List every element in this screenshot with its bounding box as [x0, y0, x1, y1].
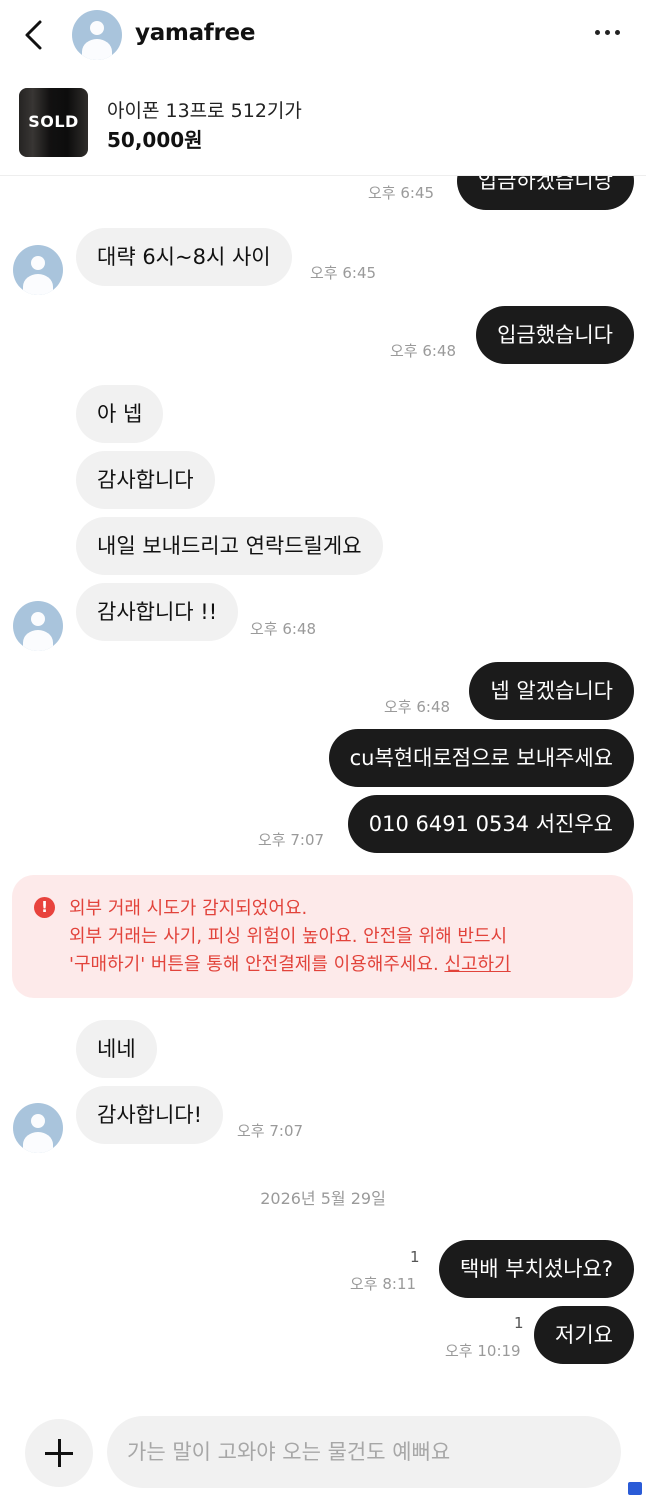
outgoing-message[interactable]: 010 6491 0534 서진우요 [347, 795, 634, 853]
incoming-message[interactable]: 감사합니다! [76, 1086, 224, 1144]
outgoing-message[interactable]: cu복현대로점으로 보내주세요 [328, 729, 634, 787]
chat-header: yamafree [0, 0, 646, 72]
outgoing-message[interactable]: 택배 부치셨나요? [438, 1240, 634, 1298]
more-options-icon[interactable] [595, 30, 620, 35]
message-time: 오후 6:48 [384, 698, 451, 716]
incoming-message[interactable]: 감사합니다 [76, 451, 215, 509]
overlay-app-icon[interactable] [628, 1482, 642, 1495]
warning-line: '구매하기' 버튼을 통해 안전결제를 이용해주세요. 신고하기 [69, 954, 511, 975]
unread-count: 1 [410, 1248, 420, 1266]
incoming-message[interactable]: 감사합니다 !! [76, 583, 239, 641]
warning-icon: ! [34, 897, 55, 918]
unread-count: 1 [514, 1314, 524, 1332]
warning-line: 외부 거래는 사기, 피싱 위험이 높아요. 안전을 위해 반드시 [69, 926, 508, 947]
product-summary[interactable]: SOLD 아이폰 13프로 512기가 50,000원 [0, 76, 646, 176]
warning-text: 외부 거래 시도가 감지되었어요. 외부 거래는 사기, 피싱 위험이 높아요.… [69, 895, 619, 979]
outgoing-message[interactable]: 입금했습니다 [476, 306, 634, 364]
back-arrow-icon[interactable] [18, 18, 52, 52]
outgoing-message[interactable]: 저기요 [534, 1306, 634, 1364]
product-title: 아이폰 13프로 512기가 [107, 100, 302, 122]
product-price: 50,000원 [107, 128, 203, 152]
incoming-message[interactable]: 아 넵 [76, 385, 164, 443]
avatar[interactable] [13, 601, 63, 651]
message-time: 오후 7:07 [237, 1122, 304, 1140]
product-thumbnail: SOLD [19, 88, 88, 157]
avatar[interactable] [13, 1103, 63, 1153]
message-time: 오후 8:11 [350, 1275, 417, 1293]
message-time: 오후 10:19 [445, 1342, 521, 1360]
incoming-message[interactable]: 내일 보내드리고 연락드릴게요 [76, 517, 383, 575]
date-divider: 2026년 5월 29일 [260, 1189, 386, 1208]
avatar[interactable] [72, 10, 122, 60]
message-time: 오후 6:45 [368, 184, 435, 202]
sold-badge: SOLD [28, 112, 79, 131]
message-time: 오후 6:48 [390, 342, 457, 360]
warning-title: 외부 거래 시도가 감지되었어요. [69, 898, 308, 919]
message-time: 오후 7:07 [258, 831, 325, 849]
outgoing-message[interactable]: 넵 알겠습니다 [469, 662, 634, 720]
avatar[interactable] [13, 245, 63, 295]
outgoing-message[interactable]: 입금하겠습니당 [456, 176, 634, 210]
report-link[interactable]: 신고하기 [444, 954, 510, 975]
incoming-message[interactable]: 대략 6시~8시 사이 [76, 228, 292, 286]
message-time: 오후 6:45 [310, 264, 377, 282]
attach-plus-button[interactable] [25, 1419, 93, 1487]
username[interactable]: yamafree [135, 20, 255, 46]
external-trade-warning: ! 외부 거래 시도가 감지되었어요. 외부 거래는 사기, 피싱 위험이 높아… [12, 875, 633, 998]
incoming-message[interactable]: 네네 [76, 1020, 157, 1078]
message-time: 오후 6:48 [250, 620, 317, 638]
message-input[interactable] [107, 1416, 621, 1488]
message-list[interactable]: 오후 6:45 입금하겠습니당 대략 6시~8시 사이 오후 6:45 오후 6… [0, 176, 646, 1398]
